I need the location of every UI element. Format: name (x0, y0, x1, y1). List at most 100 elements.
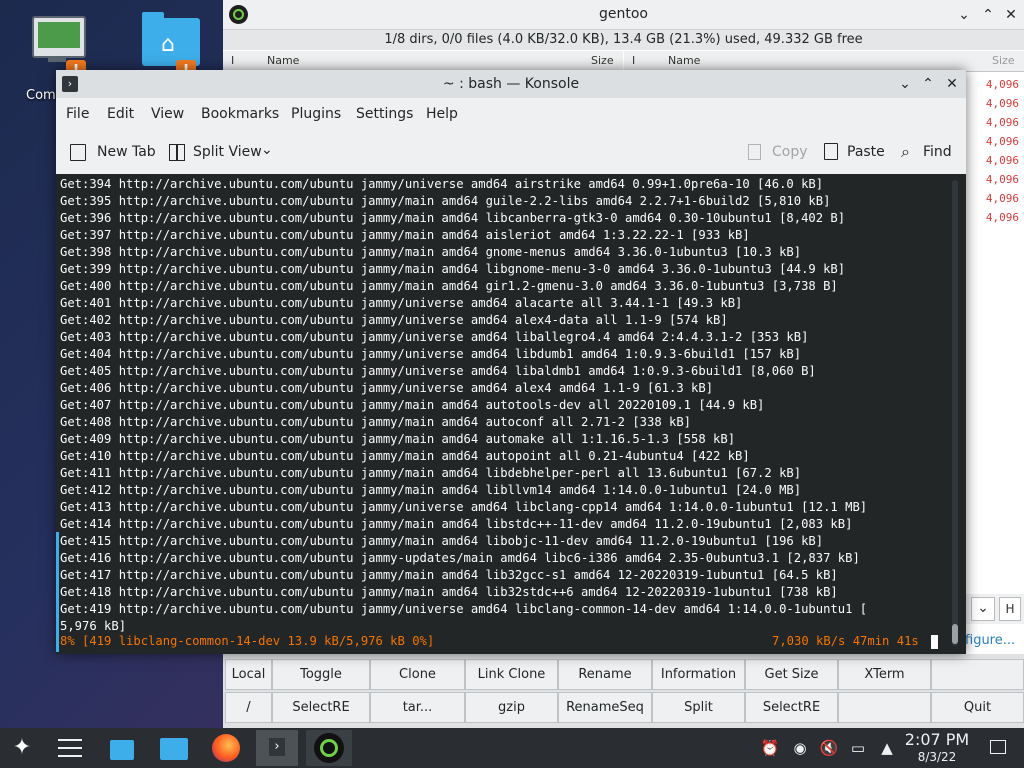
notifications-icon[interactable]: ⏰ (760, 738, 780, 758)
window-title: gentoo (599, 6, 648, 22)
minimize-button[interactable]: ⌄ (954, 5, 974, 25)
fn-button-quit[interactable]: Quit (931, 692, 1024, 723)
panel-dropdown-button[interactable]: ⌄ (971, 597, 995, 621)
menu-help[interactable]: Help (426, 106, 458, 122)
column-size[interactable]: Size (992, 51, 1015, 71)
split-view-icon (169, 144, 185, 161)
fn-button-[interactable]: / (225, 692, 272, 723)
find-label: Find (923, 144, 952, 160)
terminal-line: Get:413 http://archive.ubuntu.com/ubuntu… (60, 500, 868, 514)
home-folder-icon: ⌂ (142, 12, 200, 66)
terminal-line: Get:410 http://archive.ubuntu.com/ubuntu… (60, 449, 750, 463)
terminal-line: Get:400 http://archive.ubuntu.com/ubuntu… (60, 279, 838, 293)
terminal-line: Get:416 http://archive.ubuntu.com/ubuntu… (60, 551, 860, 565)
maximize-button[interactable]: ⌃ (918, 74, 938, 94)
fn-button-xterm[interactable]: XTerm (838, 659, 931, 690)
close-button[interactable]: ✕ (942, 74, 962, 94)
progress-line: 8% [419 libclang-common-14-dev 13.9 kB/5… (60, 634, 435, 648)
fn-button-empty[interactable] (838, 692, 931, 723)
tab-accent-bar (56, 532, 59, 652)
copy-label: Copy (772, 144, 808, 160)
column-icon[interactable]: I (231, 51, 234, 71)
network-icon[interactable]: ◉ (790, 738, 810, 758)
column-name[interactable]: Name (267, 51, 299, 71)
menu-settings[interactable]: Settings (356, 106, 413, 122)
fn-button-empty[interactable] (931, 659, 1024, 690)
column-size[interactable]: Size (591, 51, 614, 71)
fn-button-tar[interactable]: tar... (370, 692, 465, 723)
terminal-scrollbar[interactable] (952, 180, 958, 646)
discover-store-icon[interactable] (106, 732, 138, 764)
terminal-line: Get:399 http://archive.ubuntu.com/ubuntu… (60, 262, 846, 276)
fn-button-local[interactable]: Local (225, 659, 272, 690)
clock[interactable]: 2:07 PM 8/3/22 (900, 730, 974, 764)
paste-label: Paste (847, 144, 885, 160)
konsole-titlebar: › ~ : bash — Konsole ⌄ ⌃ ✕ (56, 70, 966, 98)
menu-view[interactable]: View (151, 106, 184, 122)
minimize-button[interactable]: ⌄ (895, 74, 915, 94)
toolbar: New Tab Split View ⌄ Copy Paste ⌕ Find (56, 130, 966, 174)
terminal-line: Get:411 http://archive.ubuntu.com/ubuntu… (60, 466, 802, 480)
split-view-button[interactable]: Split View ⌄ (169, 142, 273, 164)
menu-edit[interactable]: Edit (107, 106, 134, 122)
terminal-line: Get:396 http://archive.ubuntu.com/ubuntu… (60, 211, 846, 225)
expand-tray-icon[interactable]: ▲ (877, 738, 897, 758)
fn-button-information[interactable]: Information (652, 659, 745, 690)
firefox-icon[interactable] (210, 732, 242, 764)
menu-plugins[interactable]: Plugins (291, 106, 341, 122)
fn-button-toggle[interactable]: Toggle (272, 659, 370, 690)
terminal-line: Get:395 http://archive.ubuntu.com/ubuntu… (60, 194, 831, 208)
path-link[interactable]: figure... (965, 633, 1015, 648)
terminal-line: Get:404 http://archive.ubuntu.com/ubuntu… (60, 347, 802, 361)
close-button[interactable]: ✕ (1001, 5, 1021, 25)
window-title: ~ : bash — Konsole (442, 76, 580, 92)
copy-icon (748, 144, 761, 160)
search-icon: ⌕ (901, 142, 910, 161)
volume-muted-icon[interactable]: 🔇 (819, 738, 839, 758)
terminal-line: Get:397 http://archive.ubuntu.com/ubuntu… (60, 228, 750, 242)
new-tab-label: New Tab (97, 144, 156, 160)
show-desktop-icon[interactable] (990, 740, 1006, 754)
fn-button-clone[interactable]: Clone (370, 659, 465, 690)
fn-button-selectre[interactable]: SelectRE (745, 692, 838, 723)
konsole-icon[interactable]: › (256, 730, 298, 766)
history-button[interactable]: H (999, 597, 1021, 621)
terminal-line: Get:418 http://archive.ubuntu.com/ubuntu… (60, 585, 838, 599)
display-icon[interactable]: ▭ (848, 738, 868, 758)
chevron-down-icon[interactable]: ⌄ (261, 142, 273, 158)
application-launcher-icon[interactable]: ✦ (6, 732, 38, 764)
clock-time: 2:07 PM (904, 730, 970, 749)
terminal-line: Get:401 http://archive.ubuntu.com/ubuntu… (60, 296, 743, 310)
scrollbar-thumb[interactable] (952, 624, 958, 644)
terminal-line: Get:402 http://archive.ubuntu.com/ubuntu… (60, 313, 728, 327)
fn-button-rename[interactable]: Rename (558, 659, 652, 690)
terminal-line: Get:419 http://archive.ubuntu.com/ubuntu… (60, 602, 868, 616)
file-manager-icon[interactable] (158, 732, 190, 764)
terminal-output[interactable]: Get:394 http://archive.ubuntu.com/ubuntu… (56, 174, 966, 654)
progress-rate: 7,030 kB/s 47min 41s (772, 634, 919, 648)
computer-icon (32, 16, 86, 58)
terminal-line: Get:398 http://archive.ubuntu.com/ubuntu… (60, 245, 802, 259)
clock-date: 8/3/22 (917, 750, 957, 764)
maximize-button[interactable]: ⌃ (978, 5, 998, 25)
fn-button-get-size[interactable]: Get Size (745, 659, 838, 690)
right-panel-header: I Name Size (624, 51, 1024, 72)
column-icon[interactable]: I (632, 51, 635, 71)
fn-button-selectre[interactable]: SelectRE (272, 692, 370, 723)
terminal-line: Get:415 http://archive.ubuntu.com/ubuntu… (60, 534, 824, 548)
krusader-titlebar: gentoo ⌄ ⌃ ✕ (223, 0, 1024, 30)
taskbar: ✦ › ⏰ ◉ 🔇 ▭ ▲ 2:07 PM 8/3/22 (0, 728, 1024, 768)
terminal-cursor (931, 635, 938, 649)
mixer-icon[interactable] (54, 732, 86, 764)
terminal-line: Get:406 http://archive.ubuntu.com/ubuntu… (60, 381, 714, 395)
fn-button-link-clone[interactable]: Link Clone (465, 659, 558, 690)
krusader-icon[interactable] (306, 730, 352, 766)
fn-button-gzip[interactable]: gzip (465, 692, 558, 723)
fn-button-split[interactable]: Split (652, 692, 745, 723)
menu-file[interactable]: File (66, 106, 89, 122)
paste-icon (824, 143, 838, 160)
column-name[interactable]: Name (668, 51, 700, 71)
menu-bookmarks[interactable]: Bookmarks (201, 106, 279, 122)
fn-button-renameseq[interactable]: RenameSeq (558, 692, 652, 723)
disk-status-bar: 1/8 dirs, 0/0 files (4.0 KB/32.0 KB), 13… (223, 30, 1024, 50)
